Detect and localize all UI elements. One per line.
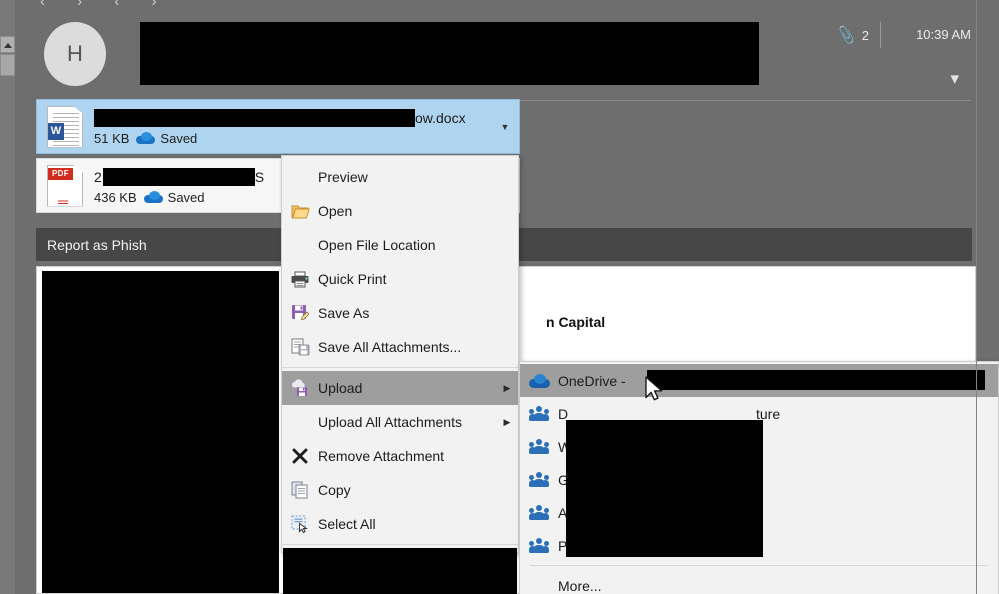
right-border-line	[976, 0, 977, 594]
menu-item-label: Open File Location	[318, 237, 436, 253]
menu-separator-bottom	[282, 544, 518, 545]
attachment-context-menu: Preview Open Open File Location Quick Pr…	[281, 155, 519, 553]
subject-redaction	[140, 22, 759, 85]
attachment-name-word: ow.docx	[94, 108, 487, 128]
open-file-location-icon	[282, 228, 318, 262]
submenu-item-onedrive[interactable]: OneDrive -	[520, 364, 998, 397]
attachment-name-redaction-pdf	[102, 167, 255, 186]
submenu-item-more[interactable]: More...	[520, 569, 998, 594]
upload-cloud-icon	[282, 371, 318, 405]
message-time: 10:39 AM	[916, 27, 971, 42]
menu-item-label: Copy	[318, 482, 351, 498]
menu-item-upload-all-attachments[interactable]: Upload All Attachments ▶	[282, 405, 518, 439]
menu-separator	[282, 367, 518, 368]
attachment-status-label-pdf: Saved	[167, 189, 205, 205]
attachment-dropdown-chevron-down-icon[interactable]: ▼	[491, 122, 519, 132]
header-divider	[880, 22, 881, 48]
attachment-status-pdf: Saved	[143, 189, 205, 205]
menu-item-label: Preview	[318, 169, 368, 185]
sharepoint-group-icon	[520, 505, 558, 520]
menu-item-remove-attachment[interactable]: Remove Attachment	[282, 439, 518, 473]
submenu-arrow-icon: ▶	[503, 416, 511, 427]
report-as-phish-label: Report as Phish	[47, 236, 147, 253]
attachment-count: 📎 2	[835, 25, 869, 46]
menu-item-save-all-attachments[interactable]: Save All Attachments...	[282, 330, 518, 364]
scrollbar-thumb[interactable]	[0, 54, 15, 76]
menu-item-preview[interactable]: Preview	[282, 160, 518, 194]
preview-icon	[282, 160, 318, 194]
submenu-separator	[530, 565, 988, 566]
menu-item-label: Save As	[318, 305, 370, 321]
onedrive-cloud-icon	[143, 191, 163, 203]
attachment-name-prefix: 2	[94, 168, 102, 185]
menu-item-label: Upload All Attachments	[318, 414, 462, 430]
upload-all-icon	[282, 405, 318, 439]
attachment-item-word[interactable]: W ow.docx 51 KB Saved ▼	[36, 99, 520, 154]
menu-item-label: Select All	[318, 516, 376, 532]
attachment-name-redaction	[94, 108, 415, 127]
copy-icon	[282, 473, 318, 507]
menu-item-open[interactable]: Open	[282, 194, 518, 228]
menu-item-label: Upload	[318, 380, 363, 396]
word-document-icon: W	[47, 105, 83, 148]
menu-item-save-as[interactable]: Save As	[282, 296, 518, 330]
save-all-icon	[282, 330, 318, 364]
attachment-count-value: 2	[861, 27, 869, 43]
scroll-up-arrow-icon	[4, 43, 12, 48]
outlook-reading-pane-screen: ‹ › ‹ › H 📎 2 10:39 AM ▾ W ow.docx 51 KB…	[0, 0, 999, 594]
submenu-more-label: More...	[558, 577, 602, 594]
remove-x-icon	[282, 439, 318, 473]
menu-item-upload[interactable]: Upload ▶	[282, 371, 518, 405]
attachment-meta-pdf: 436 KB Saved	[94, 190, 205, 205]
menu-item-select-all[interactable]: Select All	[282, 507, 518, 541]
submenu-arrow-icon: ▶	[503, 382, 511, 393]
sharepoint-group-icon	[520, 472, 558, 487]
select-all-icon	[282, 507, 318, 541]
avatar: H	[44, 22, 106, 86]
menu-item-quick-print[interactable]: Quick Print	[282, 262, 518, 296]
folder-open-icon	[282, 194, 318, 228]
attachment-name-tail-pdf: S	[254, 168, 265, 185]
attachment-status-label: Saved	[160, 130, 198, 146]
submenu-redaction-block	[566, 420, 763, 557]
sharepoint-group-icon	[520, 538, 558, 553]
message-list-scrollbar[interactable]	[0, 0, 15, 594]
pdf-document-icon: PDF ‗	[47, 164, 83, 207]
sharepoint-group-icon	[520, 439, 558, 454]
menu-item-copy[interactable]: Copy	[282, 473, 518, 507]
menu-item-label: Remove Attachment	[318, 448, 445, 464]
attachment-meta-word: 51 KB Saved	[94, 131, 197, 146]
body-heading-fragment: n Capital	[546, 314, 606, 330]
onedrive-cloud-icon	[520, 373, 558, 388]
sharepoint-group-icon	[520, 406, 558, 421]
printer-icon	[282, 262, 318, 296]
paperclip-icon: 📎	[835, 25, 858, 46]
menu-item-label: Save All Attachments...	[318, 339, 462, 355]
onedrive-cloud-icon	[136, 132, 156, 144]
expand-header-chevron-down-icon[interactable]: ▾	[950, 70, 959, 87]
menu-item-label: Quick Print	[318, 271, 387, 287]
attachment-size-pdf: 436 KB	[94, 189, 137, 205]
submenu-label-redaction	[647, 370, 985, 390]
menu-item-open-file-location[interactable]: Open File Location	[282, 228, 518, 262]
scrollbar-up-button[interactable]	[0, 36, 15, 53]
menu-item-label: Open	[318, 203, 353, 219]
attachment-text-word: ow.docx 51 KB Saved	[94, 106, 491, 148]
attachment-status-word: Saved	[136, 131, 197, 146]
body-redaction-block	[42, 271, 279, 593]
bottom-redaction-block	[283, 548, 517, 594]
attachment-size: 51 KB	[94, 130, 130, 146]
save-disk-icon	[282, 296, 318, 330]
attachment-name-tail: ow.docx	[415, 109, 466, 126]
message-header: H 📎 2 10:39 AM ▾	[22, 8, 989, 101]
